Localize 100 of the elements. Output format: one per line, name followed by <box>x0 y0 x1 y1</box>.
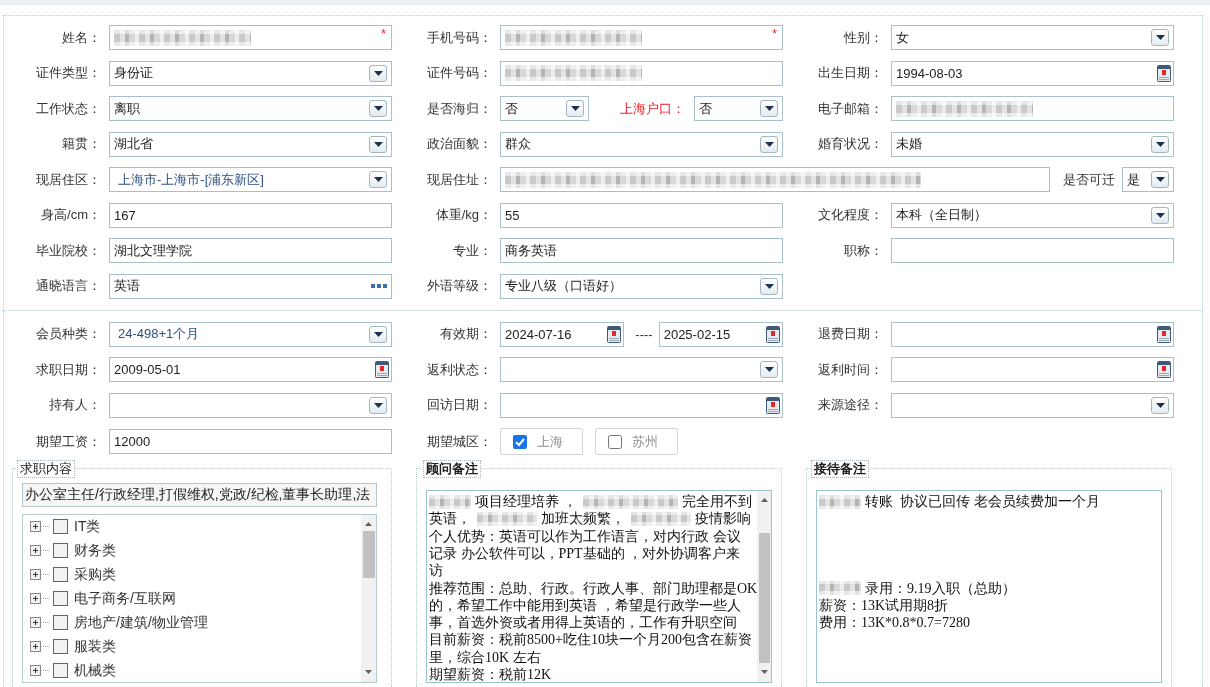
select-field[interactable]: 24-498+1个月 <box>109 321 392 347</box>
calendar-icon[interactable] <box>607 325 622 343</box>
expand-icon[interactable] <box>30 545 50 557</box>
dropdown-button[interactable] <box>760 277 778 295</box>
field-label: 毕业院校： <box>35 241 101 260</box>
select-field[interactable]: 是 <box>1122 167 1174 193</box>
scrollbar-track[interactable] <box>757 490 771 682</box>
tree-item-label[interactable]: 服装类 <box>74 637 116 656</box>
text-field[interactable]: * <box>500 25 783 50</box>
more-icon[interactable] <box>371 284 387 289</box>
dropdown-button[interactable] <box>369 396 387 414</box>
checkbox[interactable] <box>53 543 68 559</box>
tree-item-label[interactable]: 房地产/建筑/物业管理 <box>74 613 208 632</box>
dropdown-button[interactable] <box>1151 171 1169 189</box>
checkbox[interactable] <box>53 639 68 655</box>
tree-item-label[interactable]: 财务类 <box>74 541 116 560</box>
text-field[interactable] <box>500 60 783 86</box>
dropdown-button[interactable] <box>369 171 387 189</box>
field-label: 来源途径： <box>817 396 883 415</box>
text-field[interactable]: 12000 <box>109 429 392 455</box>
expand-icon[interactable] <box>30 593 50 605</box>
note-text: 个人优势：英语可以作为工作语言，对内行政 会议 <box>429 527 741 545</box>
expand-icon[interactable] <box>30 665 50 677</box>
text-field[interactable]: 167 <box>109 202 392 228</box>
select-field[interactable]: 否 <box>500 96 589 122</box>
tree-item-label[interactable]: 电子商务/互联网 <box>74 589 176 608</box>
text-field[interactable] <box>891 96 1174 122</box>
select-field[interactable]: 专业八级（口语好） <box>500 273 783 299</box>
calendar-icon[interactable] <box>1157 325 1171 343</box>
calendar-icon[interactable] <box>375 361 389 379</box>
calendar-icon[interactable] <box>766 396 780 414</box>
field-label: 身高/cm： <box>40 206 101 225</box>
checkbox[interactable] <box>53 519 68 535</box>
date-field[interactable] <box>891 357 1174 383</box>
arrow-down-icon[interactable] <box>365 669 372 674</box>
note-text: 目前薪资：税前8500+吃住10块一个月200包含在薪资 <box>429 631 752 649</box>
dropdown-button[interactable] <box>369 325 387 343</box>
arrow-up-icon[interactable] <box>760 497 768 502</box>
dropdown-button[interactable] <box>566 100 584 118</box>
select-field[interactable]: 湖北省 <box>109 131 392 157</box>
checkbox[interactable] <box>513 434 527 449</box>
date-field[interactable]: 2009-05-01 <box>109 357 392 383</box>
date-field[interactable] <box>500 392 783 418</box>
field-label: 期望工资： <box>35 432 101 451</box>
dropdown-button[interactable] <box>760 100 778 118</box>
dropdown-button[interactable] <box>369 64 387 82</box>
select-field[interactable]: 本科（全日制） <box>891 202 1174 228</box>
dropdown-button[interactable] <box>1151 135 1169 153</box>
dropdown-button[interactable] <box>1151 396 1169 414</box>
tree-item-label[interactable]: 机械类 <box>74 661 116 680</box>
dropdown-button[interactable] <box>760 135 778 153</box>
select-field[interactable]: 上海市-上海市-[浦东新区] <box>109 167 392 193</box>
text-area[interactable] <box>426 489 772 683</box>
select-field[interactable]: 女 <box>891 25 1174 50</box>
expand-icon[interactable] <box>30 617 50 629</box>
checkbox[interactable] <box>53 591 68 607</box>
caret-down-icon <box>373 141 383 147</box>
select-field[interactable] <box>891 392 1174 418</box>
select-field[interactable] <box>109 392 392 418</box>
calendar-icon[interactable] <box>1157 64 1171 82</box>
text-field[interactable]: * <box>109 25 392 50</box>
scrollbar-thumb[interactable] <box>758 532 770 663</box>
scrollbar-track[interactable] <box>361 514 376 682</box>
tree-item-label[interactable]: IT类 <box>74 517 101 536</box>
text-field[interactable]: 55 <box>500 202 783 228</box>
dropdown-button[interactable] <box>369 100 387 118</box>
arrow-up-icon[interactable] <box>365 521 372 526</box>
text-field[interactable] <box>500 167 1050 193</box>
checkbox[interactable] <box>53 567 68 583</box>
dropdown-button[interactable] <box>1151 206 1169 224</box>
select-field[interactable]: 未婚 <box>891 131 1174 157</box>
date-field[interactable]: 2025-02-15 <box>658 321 783 347</box>
dropdown-button[interactable] <box>1151 29 1169 46</box>
text-field[interactable]: 湖北文理学院 <box>109 238 392 264</box>
calendar-icon[interactable] <box>1157 361 1171 379</box>
calendar-icon[interactable] <box>766 325 780 343</box>
text-field[interactable]: 商务英语 <box>500 238 783 264</box>
select-field[interactable] <box>500 357 783 383</box>
expand-icon[interactable] <box>30 641 50 653</box>
expand-icon[interactable] <box>30 521 50 533</box>
select-field[interactable]: 否 <box>694 96 783 122</box>
date-field[interactable]: 2024-07-16 <box>500 321 625 347</box>
text-area[interactable]: 转账 协议已回传 老会员续费加一个月 录用：9.19入职（总助） 薪资：13K试用期8折 费用：13K*0.8*0.7=7280 <box>816 489 1162 683</box>
checkbox[interactable] <box>608 434 622 449</box>
checkbox[interactable] <box>53 663 68 679</box>
text-field[interactable] <box>891 238 1174 264</box>
date-field[interactable] <box>891 321 1174 347</box>
picker-field[interactable]: 英语 <box>109 273 392 299</box>
select-field[interactable]: 身份证 <box>109 60 392 86</box>
tree-item-label[interactable]: 采购类 <box>74 565 116 584</box>
text-field[interactable]: 办公室主任/行政经理,打假维权,党政/纪检,董事长助理,法 <box>22 482 377 507</box>
expand-icon[interactable] <box>30 569 50 581</box>
checkbox[interactable] <box>53 615 68 631</box>
select-field[interactable]: 群众 <box>500 131 783 157</box>
dropdown-button[interactable] <box>369 135 387 153</box>
dropdown-button[interactable] <box>760 361 778 379</box>
date-field[interactable]: 1994-08-03 <box>891 60 1174 86</box>
select-field[interactable]: 离职 <box>109 96 392 122</box>
scrollbar-thumb[interactable] <box>362 530 375 578</box>
arrow-down-icon[interactable] <box>760 669 768 674</box>
